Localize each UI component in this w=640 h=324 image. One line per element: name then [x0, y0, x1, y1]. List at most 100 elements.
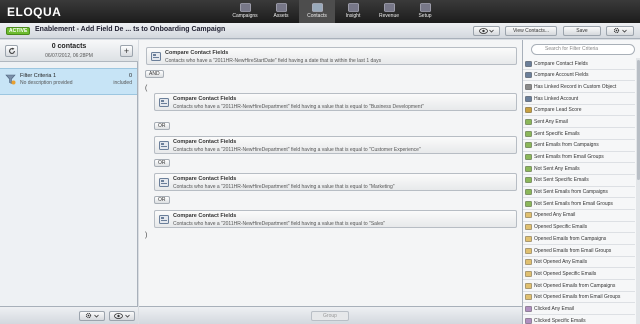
email-icon [525, 130, 532, 137]
library-item[interactable]: Compare Lead Score [523, 105, 635, 117]
and-operator-button[interactable]: AND [145, 70, 164, 78]
library-item[interactable]: Compare Contact Fields [523, 58, 635, 70]
condition-title: Compare Contact Fields [173, 96, 237, 102]
library-item[interactable]: Sent Emails from Email Groups [523, 152, 635, 164]
condition-description: Contacts who have a "2011HR-NewHireDepar… [173, 146, 421, 153]
open-email-icon [525, 294, 532, 301]
library-item-label: Opened Emails from Campaigns [534, 235, 607, 242]
library-item-label: Sent Any Email [534, 118, 568, 125]
save-button[interactable]: Save [563, 26, 601, 36]
nav-setup[interactable]: Setup [407, 0, 443, 23]
open-email-icon [525, 235, 532, 242]
library-item-label: Compare Lead Score [534, 107, 582, 114]
campaigns-icon [239, 3, 251, 12]
condition-title: Compare Contact Fields [173, 176, 237, 182]
library-item[interactable]: Has Linked Account [523, 93, 635, 105]
contact-card-icon [159, 178, 169, 187]
library-item[interactable]: Opened Any Email [523, 210, 635, 222]
criteria-canvas: Compare Contact Fields Contacts who have… [139, 40, 522, 324]
eye-icon [478, 27, 488, 34]
email-icon [525, 119, 532, 125]
email-icon [525, 177, 532, 184]
contact-card-icon [159, 98, 169, 107]
library-item[interactable]: Not Sent Emails from Campaigns [523, 187, 635, 199]
campaign-header-bar: ACTIVE Enablement - Add Field De ... ts … [0, 23, 640, 39]
condition-description: Contacts who have a "2011HR-NewHireDepar… [173, 103, 424, 110]
criteria-settings-button[interactable] [79, 311, 105, 321]
library-item[interactable]: Not Opened Any Emails [523, 257, 635, 269]
criteria-condition-box[interactable]: Compare Contact Fields Contacts who have … [154, 210, 517, 228]
library-item[interactable]: Sent Specific Emails [523, 128, 635, 140]
library-item[interactable]: Compare Account Fields [523, 70, 635, 82]
contacts-icon [311, 3, 323, 12]
library-item[interactable]: Sent Any Email [523, 116, 635, 129]
plus-icon: + [123, 46, 130, 56]
nav-revenue[interactable]: Revenue [371, 0, 407, 23]
library-item[interactable]: Not Sent Specific Emails [523, 175, 635, 187]
contacts-count: 0 contacts [51, 43, 87, 50]
eye-icon [114, 312, 124, 319]
library-item-label: Opened Any Email [534, 212, 576, 219]
settings-dropdown-button[interactable] [606, 26, 634, 36]
condition-title: Compare Contact Fields [165, 50, 229, 56]
library-item[interactable]: Opened Emails from Email Groups [523, 245, 635, 257]
condition-title: Compare Contact Fields [173, 139, 237, 145]
click-email-icon [525, 306, 532, 312]
or-operator-button[interactable]: OR [154, 122, 170, 130]
filter-criteria-item[interactable]: Filter Criteria 1 No description provide… [0, 68, 137, 95]
filter-criteria-icon [5, 74, 16, 85]
contact-card-icon [159, 215, 169, 224]
contact-card-icon [159, 141, 169, 150]
condition-description: Contacts who have a "2011HR-NewHireStart… [165, 57, 382, 64]
visibility-dropdown-button[interactable] [473, 26, 500, 36]
nav-contacts[interactable]: Contacts [299, 0, 335, 23]
open-email-icon [525, 247, 532, 254]
library-item[interactable]: Clicked Any Email [523, 303, 635, 316]
filter-criteria-library: Search for Filter Criteria Compare Conta… [522, 40, 640, 324]
library-item[interactable]: Has Linked Record in Custom Object [523, 81, 635, 94]
gear-icon [86, 313, 92, 319]
criteria-condition-box[interactable]: Compare Contact Fields Contacts who have… [146, 47, 517, 65]
library-item[interactable]: Clicked Specific Emails [523, 315, 635, 324]
add-criteria-button[interactable]: + [120, 45, 133, 57]
or-operator-button[interactable]: OR [154, 196, 170, 204]
library-item-label: Compare Account Fields [534, 72, 589, 79]
library-item-label: Has Linked Record in Custom Object [534, 83, 617, 90]
library-item-label: Not Opened Emails from Campaigns [534, 282, 616, 289]
library-item-label: Opened Emails from Email Groups [534, 247, 612, 254]
library-item[interactable]: Opened Specific Emails [523, 222, 635, 234]
contacts-timestamp: 06/07/2012, 06:28PM [45, 53, 93, 59]
nav-campaigns[interactable]: Campaigns [227, 0, 263, 23]
or-operator-button[interactable]: OR [154, 159, 170, 167]
view-contacts-button[interactable]: View Contacts... [505, 26, 557, 36]
status-badge: ACTIVE [6, 27, 31, 35]
open-email-icon [525, 259, 532, 266]
library-item[interactable]: Not Opened Emails from Campaigns [523, 280, 635, 292]
criteria-view-button[interactable] [109, 311, 135, 321]
nav-assets[interactable]: Assets [263, 0, 299, 23]
campaign-title[interactable]: Enablement - Add Field De ... ts to Onbo… [35, 26, 225, 33]
open-email-icon [525, 270, 532, 277]
library-scrollbar[interactable] [636, 58, 640, 324]
revenue-icon [383, 3, 395, 12]
criteria-description: No description provided [20, 80, 73, 86]
criteria-condition-box[interactable]: Compare Contact Fields Contacts who have … [154, 93, 517, 111]
library-item-label: Sent Emails from Email Groups [534, 154, 604, 160]
library-item[interactable]: Not Sent Any Emails [523, 163, 635, 175]
condition-title: Compare Contact Fields [173, 213, 237, 219]
nav-insight[interactable]: Insight [335, 0, 371, 23]
insight-icon [347, 3, 359, 12]
group-button[interactable]: Group [311, 311, 349, 321]
library-item-label: Not Opened Any Emails [534, 259, 588, 266]
chevron-down-icon [124, 314, 130, 318]
library-item[interactable]: Not Opened Emails from Email Groups [523, 292, 635, 304]
library-item[interactable]: Opened Emails from Campaigns [523, 233, 635, 245]
criteria-condition-box[interactable]: Compare Contact Fields Contacts who have … [154, 136, 517, 154]
library-item[interactable]: Sent Emails from Campaigns [523, 140, 635, 152]
account-card-icon [525, 72, 532, 79]
library-item[interactable]: Not Sent Emails from Email Groups [523, 198, 635, 210]
open-email-icon [525, 282, 532, 289]
search-input[interactable]: Search for Filter Criteria [531, 44, 635, 55]
criteria-condition-box[interactable]: Compare Contact Fields Contacts who have … [154, 173, 517, 191]
library-item[interactable]: Not Opened Specific Emails [523, 268, 635, 281]
